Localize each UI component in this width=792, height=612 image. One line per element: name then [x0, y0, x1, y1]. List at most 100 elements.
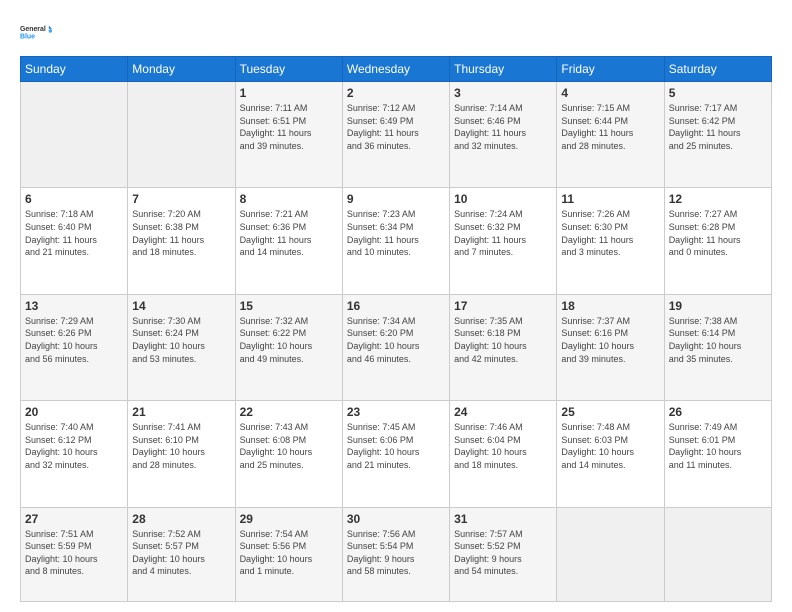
day-number: 28 [132, 512, 230, 526]
day-number: 20 [25, 405, 123, 419]
calendar-cell: 12 Sunrise: 7:27 AM Sunset: 6:28 PM Dayli… [664, 188, 771, 294]
day-info: Sunrise: 7:17 AM Sunset: 6:42 PM Dayligh… [669, 102, 767, 152]
calendar-cell: 30 Sunrise: 7:56 AM Sunset: 5:54 PM Dayli… [342, 507, 449, 601]
calendar-cell: 19 Sunrise: 7:38 AM Sunset: 6:14 PM Dayli… [664, 294, 771, 400]
day-number: 25 [561, 405, 659, 419]
day-info: Sunrise: 7:45 AM Sunset: 6:06 PM Dayligh… [347, 421, 445, 471]
day-number: 21 [132, 405, 230, 419]
calendar-week-row: 20 Sunrise: 7:40 AM Sunset: 6:12 PM Dayli… [21, 401, 772, 507]
day-number: 11 [561, 192, 659, 206]
calendar-header-friday: Friday [557, 57, 664, 82]
calendar-cell: 15 Sunrise: 7:32 AM Sunset: 6:22 PM Dayli… [235, 294, 342, 400]
day-info: Sunrise: 7:40 AM Sunset: 6:12 PM Dayligh… [25, 421, 123, 471]
page-header: General Blue [20, 16, 772, 48]
day-number: 31 [454, 512, 552, 526]
logo: General Blue [20, 16, 52, 48]
svg-text:Blue: Blue [20, 33, 35, 40]
day-info: Sunrise: 7:26 AM Sunset: 6:30 PM Dayligh… [561, 208, 659, 258]
day-info: Sunrise: 7:21 AM Sunset: 6:36 PM Dayligh… [240, 208, 338, 258]
day-number: 7 [132, 192, 230, 206]
day-number: 15 [240, 299, 338, 313]
calendar-cell: 27 Sunrise: 7:51 AM Sunset: 5:59 PM Dayli… [21, 507, 128, 601]
logo-svg: General Blue [20, 16, 52, 48]
day-info: Sunrise: 7:30 AM Sunset: 6:24 PM Dayligh… [132, 315, 230, 365]
day-info: Sunrise: 7:15 AM Sunset: 6:44 PM Dayligh… [561, 102, 659, 152]
calendar-cell: 23Sunrise: 7:45 AM Sunset: 6:06 PM Dayli… [342, 401, 449, 507]
calendar-cell: 13 Sunrise: 7:29 AM Sunset: 6:26 PM Dayli… [21, 294, 128, 400]
calendar-header-thursday: Thursday [450, 57, 557, 82]
calendar-cell: 1 Sunrise: 7:11 AM Sunset: 6:51 PM Daylig… [235, 82, 342, 188]
calendar-week-row: 6 Sunrise: 7:18 AM Sunset: 6:40 PM Daylig… [21, 188, 772, 294]
day-info: Sunrise: 7:35 AM Sunset: 6:18 PM Dayligh… [454, 315, 552, 365]
day-number: 5 [669, 86, 767, 100]
calendar-cell: 5 Sunrise: 7:17 AM Sunset: 6:42 PM Daylig… [664, 82, 771, 188]
day-number: 30 [347, 512, 445, 526]
calendar-cell: 2Sunrise: 7:12 AM Sunset: 6:49 PM Daylig… [342, 82, 449, 188]
calendar-cell: 18 Sunrise: 7:37 AM Sunset: 6:16 PM Dayli… [557, 294, 664, 400]
calendar-header-wednesday: Wednesday [342, 57, 449, 82]
calendar-cell: 22 Sunrise: 7:43 AM Sunset: 6:08 PM Dayli… [235, 401, 342, 507]
calendar-cell: 17 Sunrise: 7:35 AM Sunset: 6:18 PM Dayli… [450, 294, 557, 400]
calendar-cell: 7 Sunrise: 7:20 AM Sunset: 6:38 PM Daylig… [128, 188, 235, 294]
day-info: Sunrise: 7:20 AM Sunset: 6:38 PM Dayligh… [132, 208, 230, 258]
calendar-cell: 3 Sunrise: 7:14 AM Sunset: 6:46 PM Daylig… [450, 82, 557, 188]
calendar-cell: 20 Sunrise: 7:40 AM Sunset: 6:12 PM Dayli… [21, 401, 128, 507]
day-info: Sunrise: 7:11 AM Sunset: 6:51 PM Dayligh… [240, 102, 338, 152]
day-number: 1 [240, 86, 338, 100]
day-number: 29 [240, 512, 338, 526]
day-number: 27 [25, 512, 123, 526]
day-number: 10 [454, 192, 552, 206]
calendar-cell: 29 Sunrise: 7:54 AM Sunset: 5:56 PM Dayli… [235, 507, 342, 601]
calendar-header-sunday: Sunday [21, 57, 128, 82]
day-number: 6 [25, 192, 123, 206]
day-number: 24 [454, 405, 552, 419]
day-info: Sunrise: 7:54 AM Sunset: 5:56 PM Dayligh… [240, 528, 338, 578]
calendar-cell: 8Sunrise: 7:21 AM Sunset: 6:36 PM Daylig… [235, 188, 342, 294]
calendar-cell: 26 Sunrise: 7:49 AM Sunset: 6:01 PM Dayli… [664, 401, 771, 507]
day-info: Sunrise: 7:32 AM Sunset: 6:22 PM Dayligh… [240, 315, 338, 365]
day-info: Sunrise: 7:23 AM Sunset: 6:34 PM Dayligh… [347, 208, 445, 258]
calendar-cell: 31 Sunrise: 7:57 AM Sunset: 5:52 PM Dayli… [450, 507, 557, 601]
day-info: Sunrise: 7:49 AM Sunset: 6:01 PM Dayligh… [669, 421, 767, 471]
day-info: Sunrise: 7:51 AM Sunset: 5:59 PM Dayligh… [25, 528, 123, 578]
calendar-cell: 21 Sunrise: 7:41 AM Sunset: 6:10 PM Dayli… [128, 401, 235, 507]
day-number: 13 [25, 299, 123, 313]
calendar-cell: 25 Sunrise: 7:48 AM Sunset: 6:03 PM Dayli… [557, 401, 664, 507]
calendar-cell: 16Sunrise: 7:34 AM Sunset: 6:20 PM Dayli… [342, 294, 449, 400]
day-info: Sunrise: 7:27 AM Sunset: 6:28 PM Dayligh… [669, 208, 767, 258]
day-info: Sunrise: 7:57 AM Sunset: 5:52 PM Dayligh… [454, 528, 552, 578]
calendar-cell: 24 Sunrise: 7:46 AM Sunset: 6:04 PM Dayli… [450, 401, 557, 507]
day-info: Sunrise: 7:43 AM Sunset: 6:08 PM Dayligh… [240, 421, 338, 471]
calendar-table: SundayMondayTuesdayWednesdayThursdayFrid… [20, 56, 772, 602]
day-info: Sunrise: 7:41 AM Sunset: 6:10 PM Dayligh… [132, 421, 230, 471]
day-info: Sunrise: 7:48 AM Sunset: 6:03 PM Dayligh… [561, 421, 659, 471]
day-number: 26 [669, 405, 767, 419]
calendar-cell [664, 507, 771, 601]
day-info: Sunrise: 7:46 AM Sunset: 6:04 PM Dayligh… [454, 421, 552, 471]
calendar-week-row: 1 Sunrise: 7:11 AM Sunset: 6:51 PM Daylig… [21, 82, 772, 188]
day-number: 19 [669, 299, 767, 313]
calendar-header-monday: Monday [128, 57, 235, 82]
calendar-week-row: 27 Sunrise: 7:51 AM Sunset: 5:59 PM Dayli… [21, 507, 772, 601]
svg-text:General: General [20, 26, 46, 33]
calendar-cell: 10Sunrise: 7:24 AM Sunset: 6:32 PM Dayli… [450, 188, 557, 294]
calendar-cell [128, 82, 235, 188]
calendar-cell: 28Sunrise: 7:52 AM Sunset: 5:57 PM Dayli… [128, 507, 235, 601]
day-info: Sunrise: 7:29 AM Sunset: 6:26 PM Dayligh… [25, 315, 123, 365]
day-number: 9 [347, 192, 445, 206]
calendar-header-tuesday: Tuesday [235, 57, 342, 82]
day-number: 17 [454, 299, 552, 313]
calendar-cell: 4Sunrise: 7:15 AM Sunset: 6:44 PM Daylig… [557, 82, 664, 188]
calendar-cell: 6 Sunrise: 7:18 AM Sunset: 6:40 PM Daylig… [21, 188, 128, 294]
day-info: Sunrise: 7:14 AM Sunset: 6:46 PM Dayligh… [454, 102, 552, 152]
day-info: Sunrise: 7:38 AM Sunset: 6:14 PM Dayligh… [669, 315, 767, 365]
day-number: 3 [454, 86, 552, 100]
day-info: Sunrise: 7:37 AM Sunset: 6:16 PM Dayligh… [561, 315, 659, 365]
day-number: 22 [240, 405, 338, 419]
day-number: 12 [669, 192, 767, 206]
day-number: 14 [132, 299, 230, 313]
day-number: 18 [561, 299, 659, 313]
day-info: Sunrise: 7:18 AM Sunset: 6:40 PM Dayligh… [25, 208, 123, 258]
day-info: Sunrise: 7:56 AM Sunset: 5:54 PM Dayligh… [347, 528, 445, 578]
day-number: 16 [347, 299, 445, 313]
